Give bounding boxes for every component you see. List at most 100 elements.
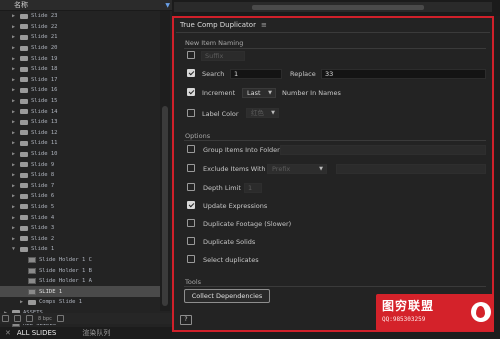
expand-right-icon[interactable]: ▶ [12, 183, 15, 189]
expand-right-icon[interactable]: ▶ [12, 151, 15, 157]
name-column-label[interactable]: 名称 [14, 0, 28, 10]
project-tree-row[interactable]: ▶ Slide 12 [0, 128, 160, 139]
expand-right-icon[interactable]: ▶ [12, 119, 15, 125]
bit-depth-label[interactable]: 8 bpc [38, 316, 52, 322]
composition-icon [28, 288, 36, 295]
project-tree-row[interactable]: ▶ Slide 3 [0, 223, 160, 234]
depth-limit-field[interactable]: 1 [244, 183, 262, 193]
expand-right-icon[interactable]: ▶ [12, 193, 15, 199]
exclude-mode-select[interactable]: Prefix ▼ [267, 164, 327, 174]
expand-right-icon[interactable]: ▶ [20, 299, 23, 305]
project-scrollbar[interactable] [160, 11, 170, 311]
increment-checkbox[interactable] [187, 88, 195, 96]
group-items-checkbox[interactable] [187, 145, 195, 153]
new-comp-icon[interactable] [26, 315, 33, 322]
project-tree-row[interactable]: ▶ Slide 16 [0, 85, 160, 96]
project-tree-row[interactable]: ▶ Slide 7 [0, 181, 160, 192]
duplicate-solids-checkbox[interactable] [187, 237, 195, 245]
tab-render-queue[interactable]: 渲染队列 [82, 328, 110, 338]
panel-menu-icon[interactable]: ≡ [261, 21, 267, 29]
tree-item-label: Slide 17 [31, 76, 58, 83]
folder-icon [20, 34, 28, 40]
folder-name-field[interactable] [280, 145, 486, 155]
project-tree-row[interactable]: ▶ Slide 14 [0, 106, 160, 117]
folder-icon [20, 172, 28, 178]
project-tree-row[interactable]: ▶ Slide 10 [0, 149, 160, 160]
replace-input[interactable]: 33 [321, 69, 486, 79]
project-tree-row[interactable]: Slide Holder 1 C [0, 255, 160, 266]
duplicate-footage-label: Duplicate Footage (Slower) [203, 220, 292, 228]
collect-dependencies-button[interactable]: Collect Dependencies [184, 289, 270, 303]
sort-down-icon[interactable]: ▼ [165, 2, 170, 9]
project-tree-row[interactable]: ▶ Slide 15 [0, 96, 160, 107]
new-folder-icon[interactable] [14, 315, 21, 322]
project-tree-row[interactable]: Slide Holder 1 A [0, 276, 160, 287]
expand-right-icon[interactable]: ▶ [12, 162, 15, 168]
expand-right-icon[interactable]: ▶ [12, 24, 15, 30]
label-color-checkbox[interactable] [187, 109, 195, 117]
expand-right-icon[interactable]: ▶ [12, 45, 15, 51]
expand-right-icon[interactable]: ▶ [12, 66, 15, 72]
trash-icon[interactable] [56, 315, 64, 322]
expand-right-icon[interactable]: ▶ [12, 109, 15, 115]
project-tree-row[interactable]: ▶ Slide 20 [0, 43, 160, 54]
depth-limit-checkbox[interactable] [187, 183, 195, 191]
expand-right-icon[interactable]: ▶ [12, 215, 15, 221]
project-tree-row[interactable]: ▶ Comps Slide 1 [0, 297, 160, 308]
expand-right-icon[interactable]: ▶ [12, 225, 15, 231]
horizontal-scrollbar[interactable] [174, 2, 492, 12]
interpret-footage-icon[interactable] [2, 315, 9, 322]
project-tree-row[interactable]: ▶ Slide 22 [0, 22, 160, 33]
project-tree-row[interactable]: ▶ Slide 5 [0, 202, 160, 213]
project-tree-row[interactable]: ▶ Slide 11 [0, 138, 160, 149]
horizontal-scrollbar-thumb[interactable] [252, 5, 424, 10]
expand-right-icon[interactable]: ▶ [12, 13, 15, 19]
exclude-items-checkbox[interactable] [187, 164, 195, 172]
project-tree-row[interactable]: ▶ Slide 23 [0, 11, 160, 22]
section-divider [184, 140, 486, 141]
project-tree-row[interactable]: SLIDE 1 [0, 286, 160, 298]
exclude-pattern-field[interactable] [336, 164, 486, 174]
expand-right-icon[interactable]: ▶ [12, 98, 15, 104]
update-expressions-checkbox[interactable] [187, 201, 195, 209]
folder-icon [20, 236, 28, 242]
suffix-field[interactable]: Suffix [201, 51, 245, 61]
project-tree-row[interactable]: ▶ Slide 19 [0, 53, 160, 64]
suffix-checkbox[interactable] [187, 51, 195, 59]
increment-mode-value: Last [247, 89, 261, 97]
project-tree-row[interactable]: ▼ Slide 1 [0, 244, 160, 255]
duplicate-footage-checkbox[interactable] [187, 219, 195, 227]
project-tree-row[interactable]: ▶ Slide 4 [0, 212, 160, 223]
search-checkbox[interactable] [187, 69, 195, 77]
expand-right-icon[interactable]: ▶ [12, 130, 15, 136]
expand-right-icon[interactable]: ▶ [12, 236, 15, 242]
project-tree-row[interactable]: ▶ Slide 8 [0, 170, 160, 181]
expand-right-icon[interactable]: ▶ [12, 172, 15, 178]
project-tree-row[interactable]: ▶ Slide 2 [0, 233, 160, 244]
project-tree-row[interactable]: ▶ Slide 18 [0, 64, 160, 75]
expand-right-icon[interactable]: ▶ [12, 77, 15, 83]
project-tree-row[interactable]: ▶ Slide 6 [0, 191, 160, 202]
search-input[interactable]: 1 [230, 69, 282, 79]
project-tree-row[interactable]: Slide Holder 1 B [0, 265, 160, 276]
project-tree-row[interactable]: ▶ Slide 21 [0, 32, 160, 43]
project-tree-row[interactable]: ▶ Slide 13 [0, 117, 160, 128]
help-button[interactable]: ? [180, 315, 192, 325]
label-color-select[interactable]: 红色 ▼ [246, 108, 279, 118]
project-tree-row[interactable]: ▶ Slide 9 [0, 159, 160, 170]
expand-right-icon[interactable]: ▶ [12, 87, 15, 93]
expand-right-icon[interactable]: ▶ [12, 34, 15, 40]
tab-all-slides[interactable]: ALL SLIDES [17, 329, 56, 337]
expand-right-icon[interactable]: ▶ [12, 140, 15, 146]
tree-item-label: Slide 20 [31, 45, 58, 52]
project-toolbar: 8 bpc [0, 313, 174, 324]
expand-down-icon[interactable]: ▼ [12, 246, 15, 252]
select-duplicates-checkbox[interactable] [187, 255, 195, 263]
project-tree-row[interactable]: ▶ Slide 17 [0, 75, 160, 86]
expand-right-icon[interactable]: ▶ [12, 56, 15, 62]
close-tab-icon[interactable]: ✕ [5, 329, 11, 337]
project-column-header[interactable]: 名称 ▼ [0, 0, 174, 11]
project-scrollbar-thumb[interactable] [162, 106, 168, 306]
increment-mode-select[interactable]: Last ▼ [242, 88, 276, 98]
expand-right-icon[interactable]: ▶ [12, 204, 15, 210]
